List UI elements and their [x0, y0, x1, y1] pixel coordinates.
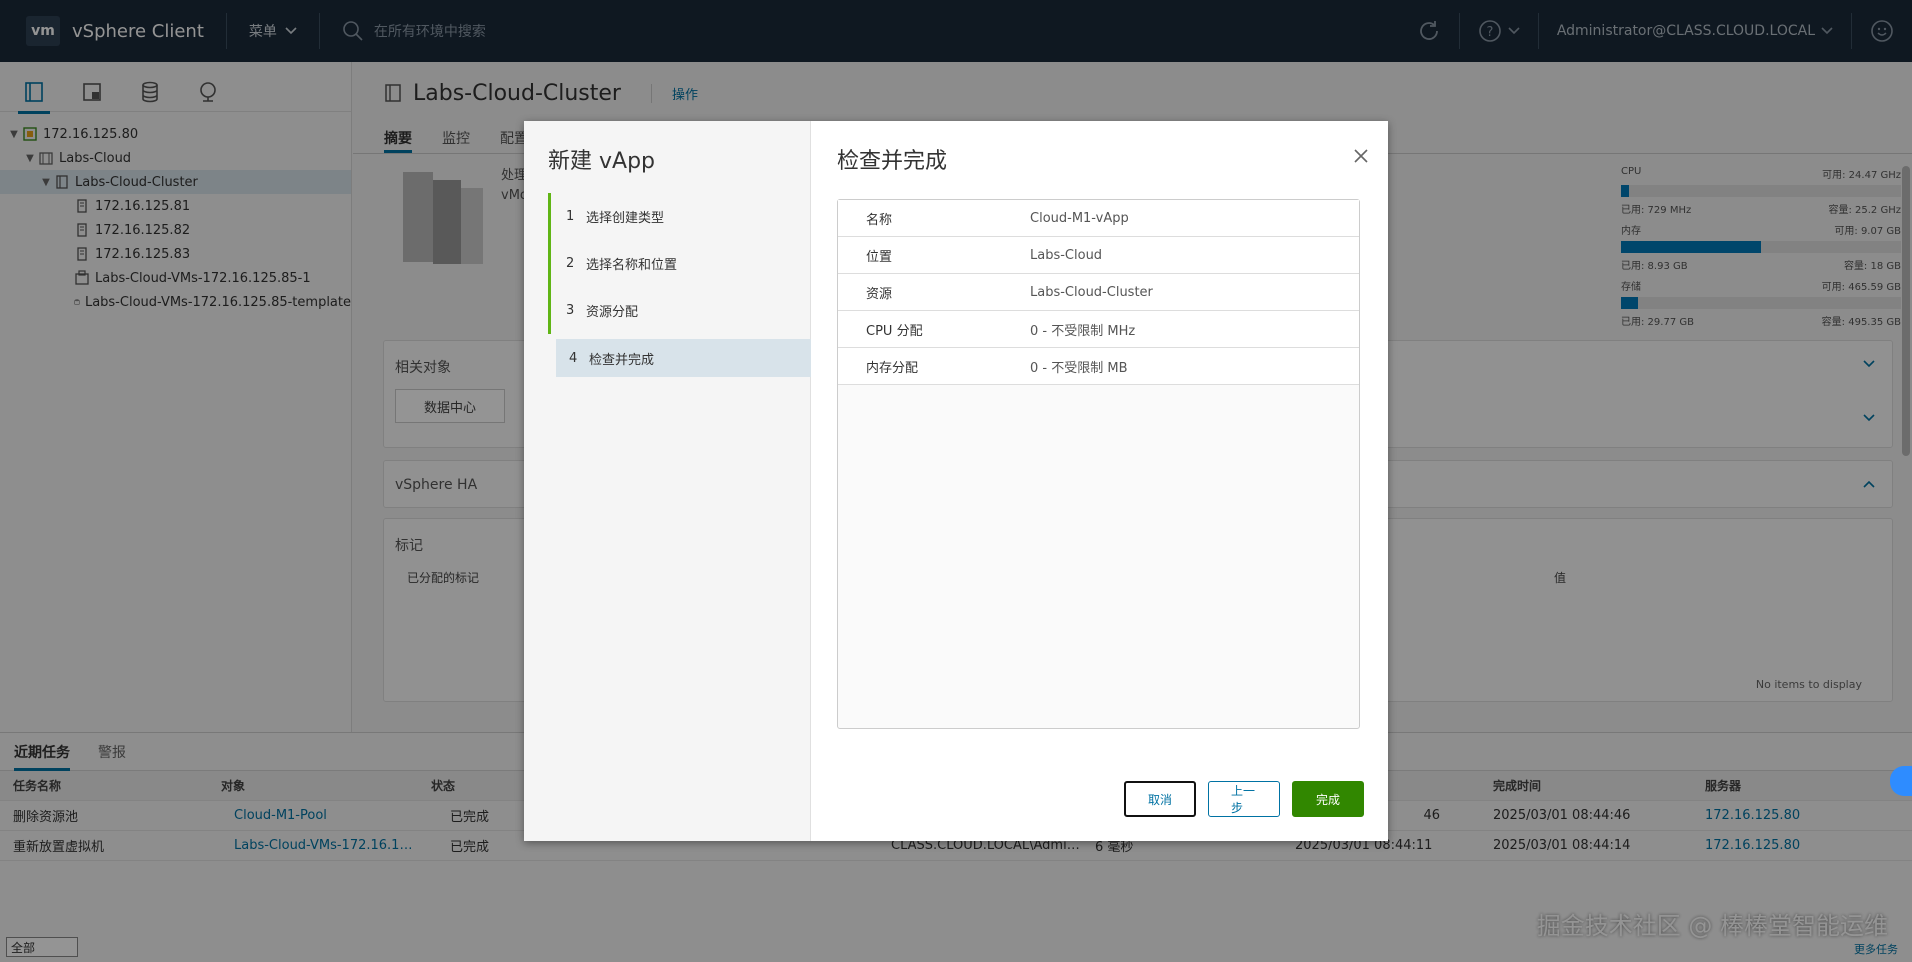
back-button[interactable]: 上一步 — [1208, 781, 1280, 817]
finish-button[interactable]: 完成 — [1292, 781, 1364, 817]
wizard-step-3[interactable]: 3 资源分配 — [548, 287, 811, 334]
step-label: 检查并完成 — [589, 352, 655, 368]
wizard-page-title: 检查并完成 — [837, 149, 948, 174]
step-label: 选择名称和位置 — [586, 258, 678, 273]
review-key: 资源 — [866, 286, 893, 302]
review-key: 名称 — [866, 212, 893, 228]
step-number: 4 — [569, 350, 578, 366]
step-label: 选择创建类型 — [586, 211, 665, 226]
review-row: CPU 分配 0 - 不受限制 MHz — [838, 311, 1359, 348]
review-row: 资源 Labs-Cloud-Cluster — [838, 274, 1359, 311]
review-row: 位置 Labs-Cloud — [838, 237, 1359, 274]
review-value: 0 - 不受限制 MB — [1030, 360, 1128, 376]
new-vapp-wizard: 新建 vApp 1 选择创建类型 2 选择名称和位置 3 资源分配 4 检查并完… — [524, 121, 1388, 841]
wizard-step-1[interactable]: 1 选择创建类型 — [548, 193, 811, 240]
review-key: CPU 分配 — [866, 323, 923, 339]
review-key: 位置 — [866, 249, 893, 265]
wizard-title: 新建 vApp — [548, 149, 655, 174]
wizard-steps-panel: 新建 vApp 1 选择创建类型 2 选择名称和位置 3 资源分配 4 检查并完… — [524, 121, 811, 841]
step-number: 2 — [566, 256, 575, 271]
wizard-step-2[interactable]: 2 选择名称和位置 — [548, 240, 811, 287]
step-number: 3 — [566, 303, 575, 318]
step-label: 资源分配 — [586, 305, 639, 320]
review-row: 内存分配 0 - 不受限制 MB — [838, 348, 1359, 385]
cancel-button[interactable]: 取消 — [1124, 781, 1196, 817]
wizard-step-4[interactable]: 4 检查并完成 — [556, 339, 811, 377]
review-summary-table: 名称 Cloud-M1-vApp 位置 Labs-Cloud 资源 Labs-C… — [837, 199, 1360, 729]
close-icon[interactable] — [1350, 145, 1372, 167]
review-value: 0 - 不受限制 MHz — [1030, 323, 1136, 339]
wizard-content: 检查并完成 名称 Cloud-M1-vApp 位置 Labs-Cloud 资源 … — [811, 121, 1388, 841]
step-number: 1 — [566, 209, 575, 224]
review-row: 名称 Cloud-M1-vApp — [838, 200, 1359, 237]
review-value: Cloud-M1-vApp — [1030, 210, 1129, 226]
review-value: Labs-Cloud — [1030, 247, 1103, 263]
review-value: Labs-Cloud-Cluster — [1030, 284, 1153, 300]
review-key: 内存分配 — [866, 360, 919, 376]
side-panel-toggle[interactable] — [1890, 766, 1912, 796]
